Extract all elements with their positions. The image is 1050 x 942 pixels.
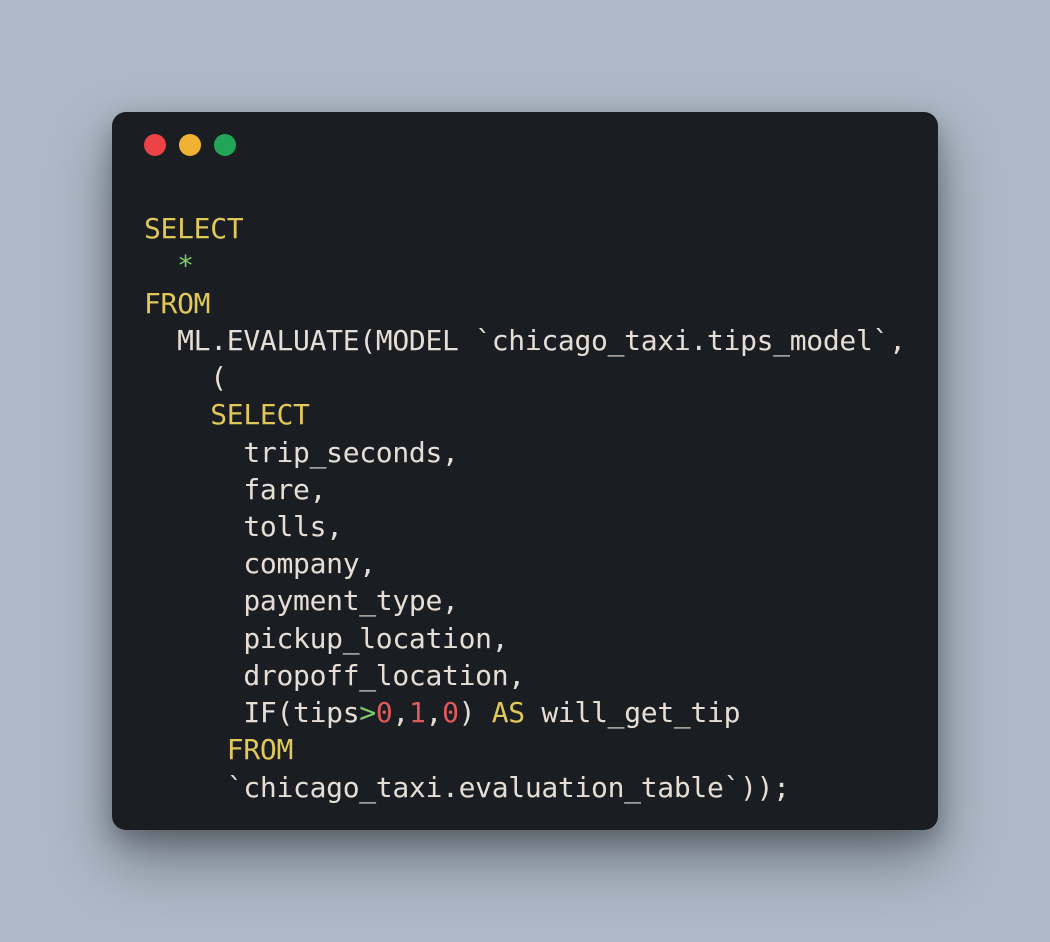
token-star: * xyxy=(177,249,194,282)
token-kw: SELECT xyxy=(210,398,309,431)
token-num: 1 xyxy=(409,696,426,729)
token-num: 0 xyxy=(442,696,459,729)
token-kw: FROM xyxy=(144,287,210,320)
code-window: SELECT * FROM ML.EVALUATE(MODEL `chicago… xyxy=(112,112,938,830)
token-kw: AS xyxy=(492,696,525,729)
token-num: 0 xyxy=(376,696,393,729)
close-icon[interactable] xyxy=(144,134,166,156)
window-titlebar xyxy=(112,112,938,168)
minimize-icon[interactable] xyxy=(179,134,201,156)
token-kw: SELECT xyxy=(144,212,243,245)
token-kw: FROM xyxy=(227,733,293,766)
code-block: SELECT * FROM ML.EVALUATE(MODEL `chicago… xyxy=(112,168,938,830)
token-gt: > xyxy=(359,696,376,729)
maximize-icon[interactable] xyxy=(214,134,236,156)
